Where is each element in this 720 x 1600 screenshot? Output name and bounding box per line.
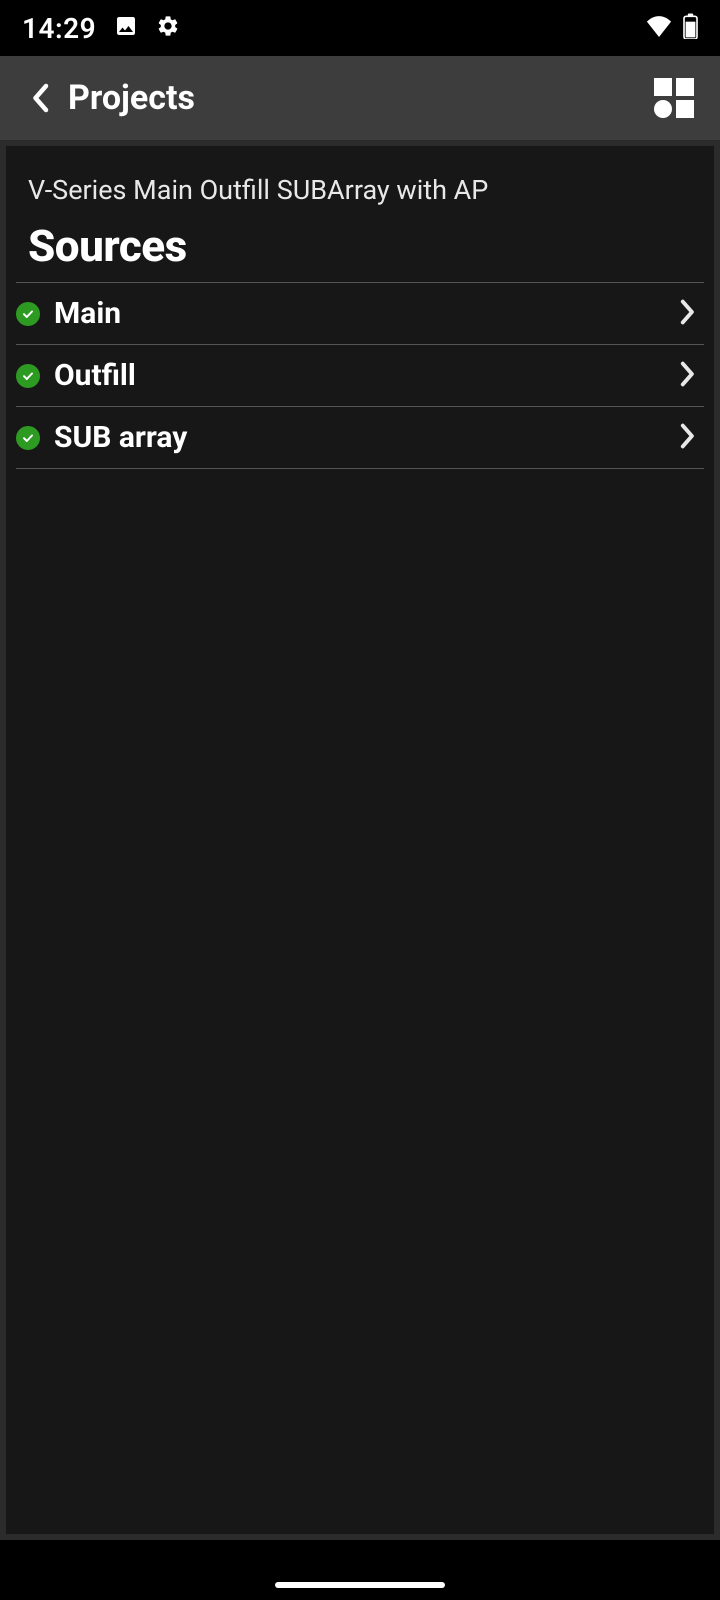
status-bar: 14:29 [0,0,720,56]
grid-square-icon [676,78,694,96]
content-panel: V-Series Main Outfill SUBArray with AP S… [6,146,714,1534]
image-icon [114,14,138,42]
battery-icon [683,13,698,43]
grid-view-button[interactable] [654,78,694,118]
grid-square-icon [654,78,672,96]
source-item-label: SUB array [54,420,680,455]
section-heading: Sources [6,220,714,282]
project-subtitle: V-Series Main Outfill SUBArray with AP [6,174,714,220]
source-item-label: Outfill [54,358,680,393]
source-item-label: Main [54,296,680,331]
grid-circle-icon [654,100,672,118]
chevron-right-icon [680,423,696,453]
check-icon [16,302,40,326]
check-icon [16,426,40,450]
chevron-right-icon [680,299,696,329]
source-item-main[interactable]: Main [6,283,714,344]
divider [16,468,704,469]
back-button[interactable] [20,78,60,118]
check-icon [16,364,40,388]
home-indicator[interactable] [275,1582,445,1588]
app-bar: Projects [0,56,720,140]
source-item-outfill[interactable]: Outfill [6,345,714,406]
gear-icon [156,14,180,42]
chevron-right-icon [680,361,696,391]
content-wrap: V-Series Main Outfill SUBArray with AP S… [0,140,720,1540]
wifi-icon [645,15,673,41]
chevron-left-icon [31,83,49,113]
grid-square-icon [676,100,694,118]
system-nav-bar [0,1540,720,1600]
source-item-sub-array[interactable]: SUB array [6,407,714,468]
appbar-title: Projects [68,78,654,118]
status-time: 14:29 [22,12,96,45]
